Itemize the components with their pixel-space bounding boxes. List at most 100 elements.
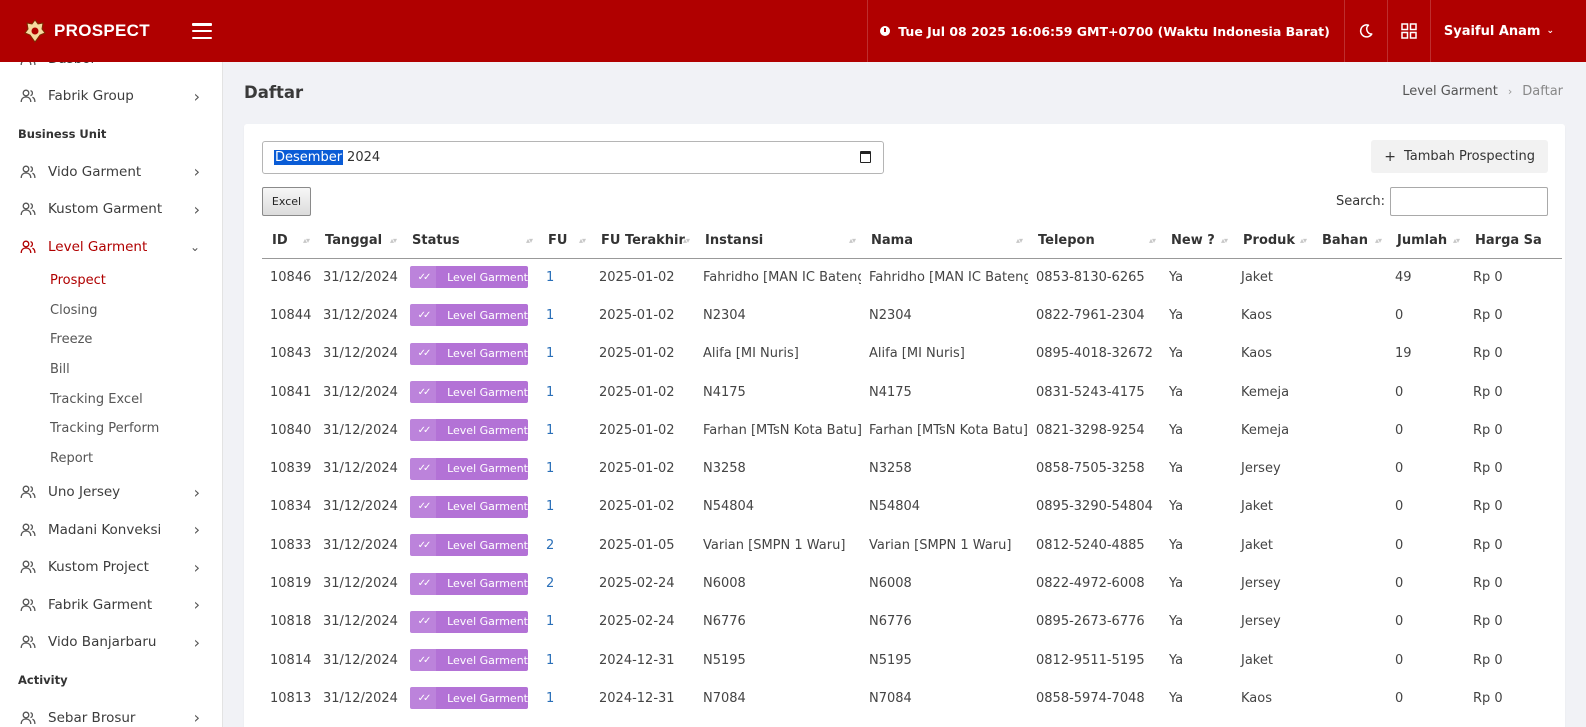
sort-icon[interactable]: ▴▾ [1453,236,1460,245]
table-row[interactable]: 10846 31/12/2024 ✓✓ Level Garment 1 2025-01-0… [262,258,1562,296]
sort-icon[interactable]: ▴▾ [303,236,310,245]
sort-icon[interactable]: ▴▾ [1221,236,1228,245]
cell-tanggal: 31/12/2024 [323,422,398,438]
fu-count-link[interactable]: 1 [546,308,554,323]
column-header-status[interactable]: Status ▴▾ [402,224,538,259]
sidebar-subitem-tracking-perform[interactable]: Tracking Perform [0,414,222,444]
table-row[interactable]: 10819 31/12/2024 ✓✓ Level Garment 2 2025-02-2… [262,564,1562,602]
users-icon [20,522,36,538]
sidebar-item-kustom-garment[interactable]: Kustom Garment › [0,191,222,229]
column-header-fu-terakhir[interactable]: FU Terakhir ▴▾ [591,224,695,259]
cell-fu-terakhir: 2025-01-05 [599,537,675,553]
excel-export-button[interactable]: Excel [262,187,311,216]
calendar-icon[interactable] [860,151,871,163]
apps-grid-button[interactable] [1386,0,1430,62]
column-header-produk[interactable]: Produk ▴▾ [1233,224,1312,259]
user-menu[interactable]: Syaiful Anam ⌄ [1429,0,1568,62]
cell-bahan [1312,488,1387,526]
table-row[interactable]: 10814 31/12/2024 ✓✓ Level Garment 1 2024-12-3… [262,641,1562,679]
cell-status: ✓✓ Level Garment [402,564,538,602]
sort-icon[interactable]: ▴▾ [1375,236,1382,245]
sort-icon[interactable]: ▴▾ [1149,236,1156,245]
sidebar-subitem-tracking-excel[interactable]: Tracking Excel [0,384,222,414]
sidebar-subitem-prospect[interactable]: Prospect [0,266,222,296]
sidebar-item-vido-garment[interactable]: Vido Garment › [0,153,222,191]
fu-count-link[interactable]: 1 [546,614,554,629]
column-header-bahan[interactable]: Bahan ▴▾ [1312,224,1387,259]
month-selected: Desember [274,150,344,165]
column-header-instansi[interactable]: Instansi ▴▾ [695,224,861,259]
sidebar-item-madani-konveksi[interactable]: Madani Konveksi › [0,511,222,549]
table-row[interactable]: 10841 31/12/2024 ✓✓ Level Garment 1 2025-01-0… [262,373,1562,411]
sidebar-item-fabrik-garment[interactable]: Fabrik Garment › [0,586,222,624]
table-row[interactable]: 10843 31/12/2024 ✓✓ Level Garment 1 2025-01-0… [262,335,1562,373]
sort-icon[interactable]: ▴▾ [579,236,586,245]
sidebar-item-sebar-brosur-label: Sebar Brosur [48,709,136,726]
month-picker[interactable]: Desember 2024 [262,141,884,174]
column-header-tanggal[interactable]: Tanggal ▴▾ [315,224,402,259]
fu-count-link[interactable]: 1 [546,691,554,706]
column-header-nama[interactable]: Nama ▴▾ [861,224,1028,259]
fu-count-link[interactable]: 1 [546,653,554,668]
cell-jumlah: 0 [1395,384,1404,400]
sidebar-item-level-garment[interactable]: Level Garment ⌄ [0,228,222,266]
column-header-id[interactable]: ID ▴▾ [262,224,315,259]
sidebar-item-uno-jersey[interactable]: Uno Jersey › [0,473,222,511]
sidebar-item-kustom-project[interactable]: Kustom Project › [0,548,222,586]
fu-count-link[interactable]: 2 [546,538,554,553]
sidebar-subitem-closing[interactable]: Closing [0,295,222,325]
sort-icon[interactable]: ▴▾ [526,236,533,245]
search-label: Search: [1335,194,1385,209]
column-header-new-[interactable]: New ? ▴▾ [1161,224,1233,259]
fu-count-link[interactable]: 1 [546,385,554,400]
search-input[interactable] [1390,187,1548,216]
add-prospecting-button[interactable]: + Tambah Prospecting [1371,140,1548,173]
sidebar-item-fabrik-group[interactable]: Fabrik Group › [0,78,222,116]
breadcrumb-parent[interactable]: Level Garment [1402,84,1498,99]
dark-mode-toggle[interactable] [1343,0,1387,62]
cell-fu-terakhir: 2025-01-02 [599,307,675,323]
table-row[interactable]: 10834 31/12/2024 ✓✓ Level Garment 1 2025-01-0… [262,488,1562,526]
sidebar-subitem-freeze[interactable]: Freeze [0,325,222,355]
fu-count-link[interactable]: 1 [546,461,554,476]
cell-new-: Ya [1169,269,1184,285]
fu-count-link[interactable]: 1 [546,346,554,361]
cell-harga-sa: Rp 0 [1473,690,1503,706]
sidebar-subitem-report[interactable]: Report [0,444,222,474]
status-badge-label: Level Garment [447,500,528,514]
list-card: Desember 2024 + Tambah Prospecting Excel… [244,124,1565,727]
sort-icon[interactable]: ▴▾ [390,236,397,245]
sort-icon[interactable]: ▴▾ [1016,236,1023,245]
fu-count-link[interactable]: 1 [546,499,554,514]
column-header-fu[interactable]: FU ▴▾ [538,224,591,259]
table-row[interactable]: 10813 31/12/2024 ✓✓ Level Garment 1 2024-12-3… [262,679,1562,717]
fu-count-link[interactable]: 2 [546,576,554,591]
column-header-jumlah[interactable]: Jumlah ▴▾ [1387,224,1465,259]
fu-count-link[interactable]: 1 [546,423,554,438]
table-row[interactable]: 10833 31/12/2024 ✓✓ Level Garment 2 2025-01-0… [262,526,1562,564]
cell-harga-sa: Rp 0 [1473,652,1503,668]
chevron-right-icon: › [193,162,200,182]
hamburger-icon[interactable] [192,23,212,39]
column-header-telepon[interactable]: Telepon ▴▾ [1028,224,1161,259]
table-row[interactable]: 10818 31/12/2024 ✓✓ Level Garment 1 2025-02-2… [262,603,1562,641]
users-icon [20,62,36,67]
column-header-harga-sa[interactable]: Harga Sa [1465,224,1562,259]
sidebar-subitem-bill[interactable]: Bill [0,355,222,385]
fu-count-link[interactable]: 1 [546,270,554,285]
cell-fu-terakhir: 2025-01-02 [599,384,675,400]
sort-icon[interactable]: ▴▾ [849,236,856,245]
table-row[interactable]: 10840 31/12/2024 ✓✓ Level Garment 1 2025-01-0… [262,411,1562,449]
sidebar-item-vido-banjarbaru[interactable]: Vido Banjarbaru › [0,623,222,661]
cell-status: ✓✓ Level Garment [402,641,538,679]
chevron-right-icon: › [193,632,200,652]
sort-icon[interactable]: ▴▾ [1300,236,1307,245]
sidebar-item-dasbor[interactable]: Dasbor [0,62,222,78]
sidebar-item-sebar-brosur[interactable]: Sebar Brosur › [0,699,222,727]
table-row[interactable]: 10839 31/12/2024 ✓✓ Level Garment 1 2025-01-0… [262,449,1562,487]
chevron-right-icon: › [193,482,200,502]
sort-icon[interactable]: ▴▾ [683,236,690,245]
cell-jumlah: 0 [1395,422,1404,438]
table-row[interactable]: 10844 31/12/2024 ✓✓ Level Garment 1 2025-01-0… [262,296,1562,334]
cell-fu: 1 [538,679,591,717]
